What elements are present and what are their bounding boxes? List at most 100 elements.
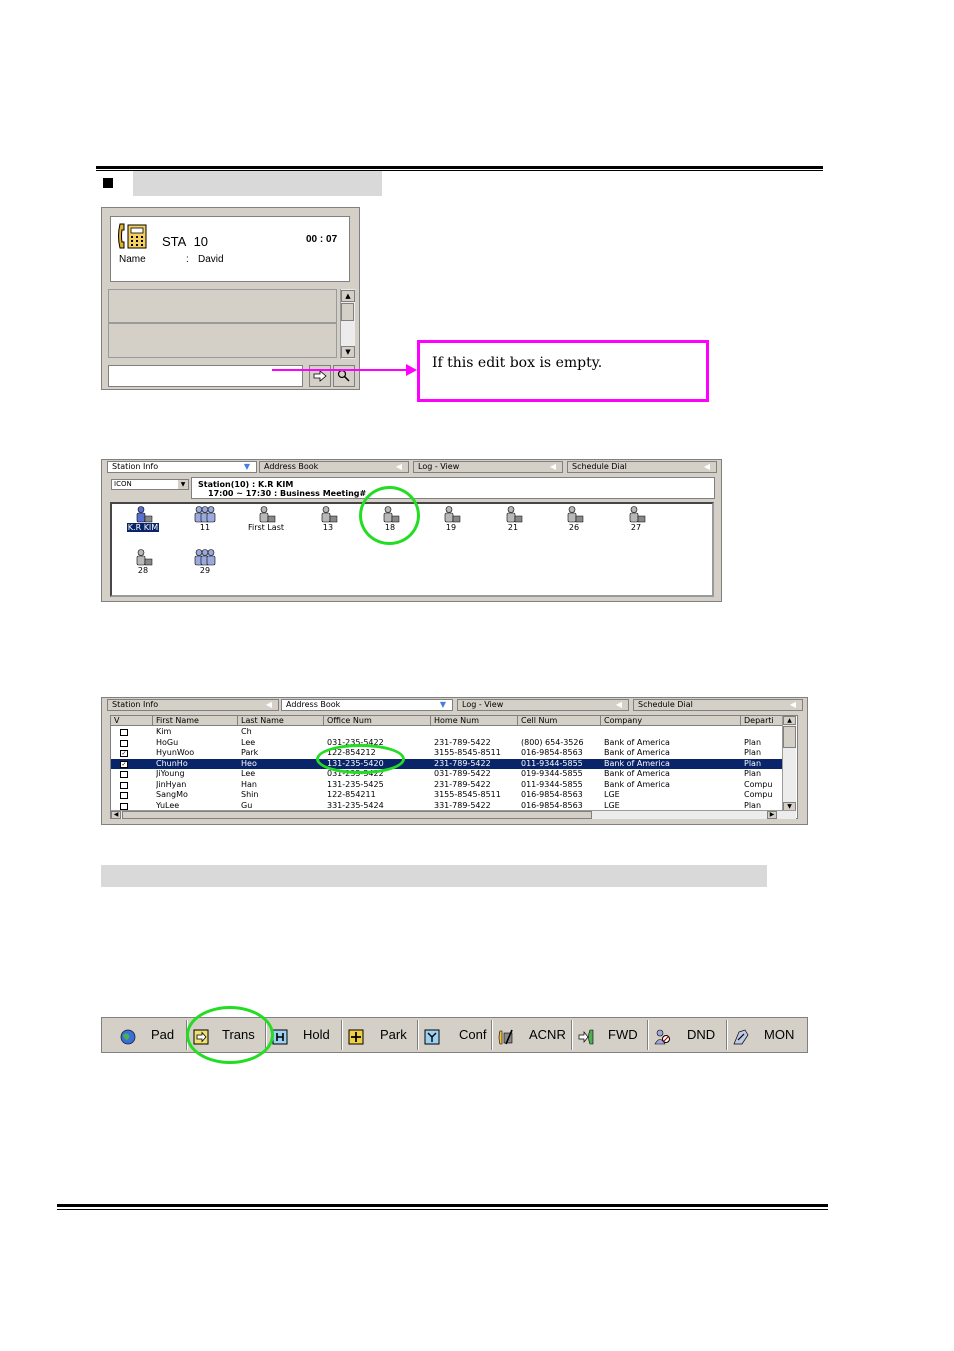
- station-info-line1: Station(10) : K.R KIM: [198, 480, 294, 489]
- station-item[interactable]: 13: [303, 506, 353, 532]
- scroll-thumb[interactable]: [122, 811, 592, 819]
- tab-address-book[interactable]: Address Book ▼: [281, 699, 453, 711]
- toolbar-button-mon[interactable]: MON: [733, 1021, 802, 1049]
- table-cell: JiYoung: [156, 769, 185, 778]
- station-item[interactable]: First Last: [241, 506, 291, 532]
- header-rule: [96, 166, 823, 169]
- column-header[interactable]: V: [111, 716, 153, 726]
- column-header[interactable]: Last Name: [238, 716, 324, 726]
- table-cell: 331-789-5422: [434, 800, 491, 810]
- toolbar-button-acnr[interactable]: ACNR: [498, 1021, 567, 1049]
- station-phone-icon: [567, 506, 584, 523]
- column-header[interactable]: Company: [601, 716, 741, 726]
- scroll-thumb[interactable]: [783, 726, 796, 748]
- hold-icon: [272, 1027, 288, 1055]
- scroll-thumb[interactable]: [341, 303, 354, 321]
- table-cell: 122-854211: [327, 790, 376, 799]
- table-row[interactable]: JiYoung Lee 031-235-5422 031-789-5422 019-93…: [111, 769, 783, 780]
- chevron-left-icon: ◀: [789, 700, 796, 709]
- scroll-up-button[interactable]: ▲: [783, 716, 796, 725]
- station-item[interactable]: 29: [180, 549, 230, 575]
- table-cell: Plan: [744, 748, 762, 757]
- table-cell: 231-789-5422: [434, 758, 491, 768]
- scroll-down-button[interactable]: ▼: [341, 346, 355, 358]
- row-checkbox[interactable]: [120, 739, 128, 747]
- globe-icon: [120, 1027, 136, 1055]
- toolbar-button-label: Hold: [303, 1027, 330, 1042]
- highlight-ring: [359, 486, 420, 545]
- scroll-up-button[interactable]: ▲: [341, 290, 355, 302]
- column-header[interactable]: Office Num: [324, 716, 431, 726]
- table-row[interactable]: ✓ HyunWoo Park 122-854212 3155-8545-8511 016-…: [111, 748, 783, 759]
- station-item[interactable]: K.R KIM: [118, 506, 168, 532]
- name-label: Name: [119, 254, 146, 265]
- chevron-left-icon: ◀: [265, 700, 272, 709]
- tab-address-book[interactable]: Address Book ◀: [259, 461, 409, 473]
- toolbar-button-dnd[interactable]: DND: [654, 1021, 725, 1049]
- table-row[interactable]: HoGu Lee 031-235-5422 231-789-5422 (800) 654…: [111, 738, 783, 749]
- table-cell: Bank of America: [604, 737, 670, 747]
- table-cell: 031-789-5422: [434, 769, 491, 778]
- table-cell: Heo: [241, 758, 257, 768]
- table-cell: Bank of America: [604, 758, 670, 768]
- table-cell: 231-789-5422: [434, 737, 491, 747]
- station-label: 21: [507, 523, 519, 532]
- table-row[interactable]: JinHyan Han 131-235-5425 231-789-5422 011-93…: [111, 780, 783, 791]
- tab-station-info[interactable]: Station Info ▼: [107, 461, 257, 473]
- toolbar-button-pad[interactable]: Pad: [120, 1021, 189, 1049]
- row-checkbox[interactable]: [120, 771, 128, 778]
- toolbar-button-conf[interactable]: Conf: [424, 1021, 497, 1049]
- toolbar-button-hold[interactable]: Hold: [272, 1021, 341, 1049]
- call-log-row[interactable]: [108, 323, 337, 358]
- station-item[interactable]: 11: [180, 506, 230, 532]
- toolbar-button-label: FWD: [608, 1027, 638, 1042]
- row-checkbox[interactable]: ✓: [120, 760, 128, 768]
- table-cell: 331-235-5424: [327, 800, 384, 810]
- station-phone-icon: [259, 506, 276, 523]
- chevron-down-icon: ▼: [439, 700, 446, 709]
- column-header[interactable]: Departi: [741, 716, 783, 726]
- scroll-right-button[interactable]: ▶: [767, 811, 777, 819]
- row-checkbox[interactable]: [120, 792, 128, 799]
- row-checkbox[interactable]: [120, 781, 128, 789]
- toolbar-separator: [417, 1020, 419, 1050]
- table-row[interactable]: SangMo Shin 122-854211 3155-8545-8511 016-98…: [111, 790, 783, 801]
- toolbar-button-fwd[interactable]: FWD: [578, 1021, 646, 1049]
- column-header[interactable]: Cell Num: [518, 716, 601, 726]
- toolbar-button-label: Pad: [151, 1027, 175, 1042]
- tab-station-info[interactable]: Station Info ◀: [107, 699, 279, 711]
- scroll-left-button[interactable]: ◀: [111, 811, 121, 819]
- toolbar-button-park[interactable]: Park: [348, 1021, 418, 1049]
- highlight-ring: [316, 744, 405, 774]
- table-vertical-scrollbar[interactable]: ▲ ▼: [782, 716, 796, 812]
- station-item[interactable]: 21: [488, 506, 538, 532]
- tab-schedule-dial[interactable]: Schedule Dial ◀: [567, 461, 717, 473]
- tab-schedule-dial[interactable]: Schedule Dial ◀: [633, 699, 803, 711]
- tab-log-view[interactable]: Log - View ◀: [413, 461, 563, 473]
- table-cell: 3155-8545-8511: [434, 790, 501, 799]
- table-horizontal-scrollbar[interactable]: ◀ ▶: [111, 810, 796, 819]
- row-checkbox[interactable]: ✓: [120, 750, 128, 757]
- table-row[interactable]: ✓ ChunHo Heo 131-235-5420 231-789-5422 011-93…: [111, 758, 783, 769]
- station-item[interactable]: 27: [611, 506, 661, 532]
- table-cell: Bank of America: [604, 748, 670, 757]
- view-mode-select[interactable]: ICON ▼: [111, 479, 189, 490]
- column-header[interactable]: Home Num: [431, 716, 518, 726]
- name-colon: :: [186, 254, 189, 265]
- station-item[interactable]: 26: [549, 506, 599, 532]
- row-checkbox[interactable]: [120, 729, 128, 736]
- forward-icon: [578, 1027, 594, 1055]
- table-row[interactable]: Kim Ch: [111, 727, 783, 738]
- row-checkbox[interactable]: [120, 802, 128, 810]
- chevron-left-icon: ◀: [703, 462, 710, 471]
- call-log-row[interactable]: [108, 289, 337, 323]
- column-header[interactable]: First Name: [153, 716, 238, 726]
- acnr-icon: [498, 1027, 514, 1055]
- station-phone-icon: [136, 549, 153, 566]
- tab-log-view[interactable]: Log - View ◀: [457, 699, 629, 711]
- station-item[interactable]: 28: [118, 549, 168, 575]
- station-item[interactable]: 19: [426, 506, 476, 532]
- footer-rule-thin: [57, 1209, 828, 1210]
- callout-box: If this edit box is empty.: [417, 340, 709, 402]
- toolbar-separator: [647, 1020, 649, 1050]
